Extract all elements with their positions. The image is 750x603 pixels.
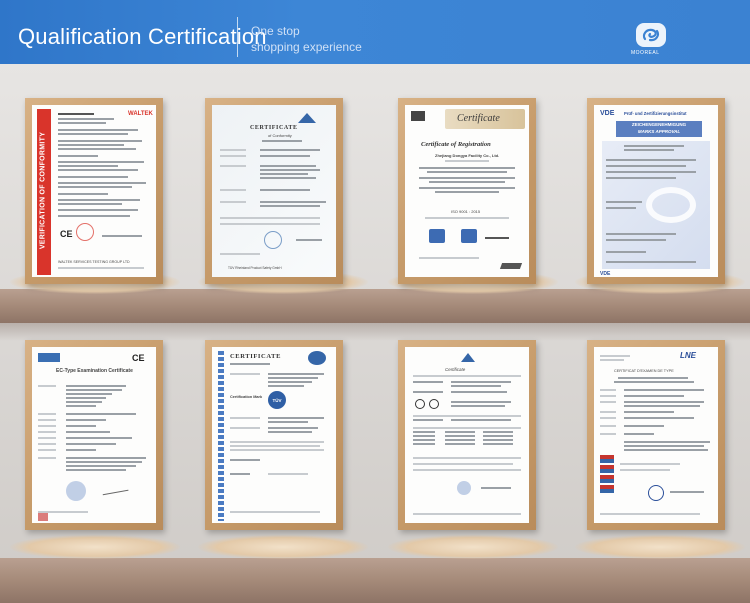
stripe-mark [600,455,614,493]
brand-logo [499,263,523,269]
company-name: Zhejiang Dongya Facility Co., Ltd. [435,153,500,158]
signature [101,482,129,496]
certificate-document: CERTIFICATE of Conformity TÜV Rheinland … [212,105,336,277]
frame-stand [10,535,180,559]
certificate-frame: Certificate Certificate of Registration … [398,98,536,284]
certificate-heading: CERTIFICATE [250,125,298,131]
ce-mark: CE [132,353,145,363]
brand-logo [38,353,60,362]
certificate-document: CERTIFICATE Certification Mark TÜV [212,347,336,523]
stamp-seal [66,481,86,501]
banner-text: VERIFICATION OF CONFORMITY [39,131,47,250]
frame-stand [388,535,558,559]
certificate-frame: VDE Prüf- und Zertifizierungsinstitut ZE… [587,98,725,284]
certificate-document: CE EC-Type Examination Certificate [32,347,156,523]
page-title: Qualification Certification [18,24,267,49]
top-shelf [0,289,750,323]
certificate-frame: LNE CERTIFICAT D'EXAMEN DE TYPE [587,340,725,530]
header-subtitle-line1: One stop [251,24,300,38]
triangle-logo-icon [461,353,475,362]
certificate-document: Certificate [405,347,529,523]
certificate-frame: CERTIFICATE of Conformity TÜV Rheinland … [205,98,343,284]
tuv-seal [264,231,282,249]
brand-logo [411,111,425,121]
certificate-subheading: of Conformity [268,133,292,138]
swirl-logo-icon [636,23,666,47]
certificate-heading: Certificate [457,113,500,124]
approval-heading: ZEICHENGENEHMIGUNG [631,122,687,127]
cert-mark-icon [429,399,439,409]
accreditation-mark-icon [461,229,477,243]
header-divider [237,17,238,57]
side-stripe [218,351,224,521]
vde-watermark-icon [646,187,696,223]
certificate-document: Certificate Certificate of Registration … [405,105,529,277]
logo-text: MOOREAL [631,50,660,56]
stamp-seal [76,223,94,241]
approval-banner: ZEICHENGENEHMIGUNG MARKS APPROVAL [616,121,702,137]
certificate-document: LNE CERTIFICAT D'EXAMEN DE TYPE [594,347,718,523]
header-banner: Qualification Certification One stop sho… [0,0,750,64]
brand-logo: WALTEK [128,111,153,117]
ce-mark: CE [60,229,73,239]
lne-logo: LNE [680,351,696,360]
institute-name: Prüf- und Zertifizierungsinstitut [624,111,687,116]
tuv-logo-icon [308,351,326,365]
standard-text: ISO 9001 : 2015 [451,209,481,214]
issuer-footer: TÜV Rheinland Product Safety GmbH [228,266,282,270]
certificate-frame: CE EC-Type Examination Certificate [25,340,163,530]
certificate-heading: CERTIFICAT D'EXAMEN DE TYPE [614,369,674,373]
certificate-heading: Certificate [445,367,466,372]
page: Qualification Certification One stop sho… [0,0,750,603]
frame-stand [198,535,368,559]
frame-stand [575,535,745,559]
header-subtitle-line2: shopping experience [251,40,362,54]
certificate-document: VDE Prüf- und Zertifizierungsinstitut ZE… [594,105,718,277]
footer-logo-icon [38,513,48,521]
tuv-mark-icon: TÜV [268,391,286,409]
certificate-document: VERIFICATION OF CONFORMITY WALTEK CE WAL… [32,105,156,277]
top-shelf-shadow [0,323,750,341]
lne-seal-icon [648,485,664,501]
certification-mark-label: Certification Mark [230,395,263,399]
bottom-shelf [0,558,750,603]
triangle-logo-icon [298,113,316,123]
certificate-frame: CERTIFICATE Certification Mark TÜV [205,340,343,530]
approval-subheading: MARKS APPROVAL [637,129,681,134]
stamp-seal [457,481,471,495]
certificate-heading: CERTIFICATE [230,353,282,360]
vde-logo: VDE [600,110,615,117]
vde-logo-footer: VDE [600,271,611,277]
certificate-frame: VERIFICATION OF CONFORMITY WALTEK CE WAL… [25,98,163,284]
issuer-footer: WALTEK SERVICES TESTING GROUP LTD [58,260,130,264]
certificate-heading: EC-Type Examination Certificate [56,368,133,374]
accreditation-mark-icon [429,229,445,243]
certificate-frame: Certificate [398,340,536,530]
red-banner: VERIFICATION OF CONFORMITY [37,109,51,275]
certificate-subheading: Certificate of Registration [421,141,491,148]
cert-mark-icon [415,399,425,409]
